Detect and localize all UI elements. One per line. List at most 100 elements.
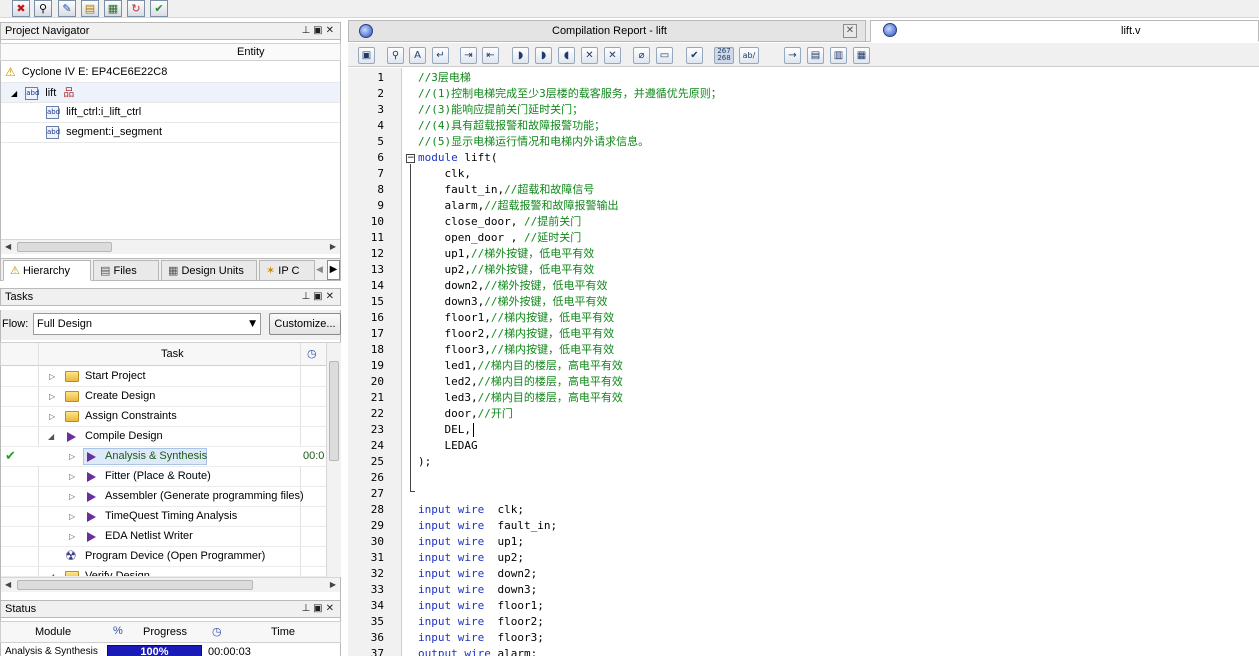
task-row[interactable]: ▷ Assembler (Generate programming files) xyxy=(1,487,326,507)
task-row[interactable]: ▷ Fitter (Place & Route) xyxy=(1,467,326,487)
find-replace-icon[interactable]: A xyxy=(409,47,426,64)
task-row[interactable]: ▷ EDA Netlist Writer xyxy=(1,527,326,547)
collapse-arrow-icon[interactable]: ◢ xyxy=(48,427,54,446)
code-line[interactable]: floor1,//梯内按键，低电平有效 xyxy=(418,310,614,326)
code-line[interactable]: input wire up1; xyxy=(418,534,524,550)
binoculars-icon[interactable]: ⚲ xyxy=(34,0,52,17)
code-line[interactable]: input wire down2; xyxy=(418,566,537,582)
code-line[interactable]: output wire alarm; xyxy=(418,646,537,656)
comment-icon[interactable]: ▤ xyxy=(807,47,824,64)
chip-planner-icon[interactable]: ▦ xyxy=(104,0,122,17)
flow-select[interactable]: Full Design ▼ xyxy=(33,313,261,335)
task-row[interactable]: ▷ Start Project xyxy=(1,367,326,387)
close-icon[interactable]: ✕ xyxy=(843,24,857,38)
task-row[interactable]: ▷ TimeQuest Timing Analysis xyxy=(1,507,326,527)
code-line[interactable]: led2,//梯内目的楼层，高电平有效 xyxy=(418,374,622,390)
scroll-thumb[interactable] xyxy=(17,242,112,252)
code-line[interactable]: input wire floor1; xyxy=(418,598,544,614)
pencil-icon[interactable]: ✎ xyxy=(58,0,76,17)
tasks-vscrollbar[interactable] xyxy=(326,343,341,577)
code-line[interactable]: input wire up2; xyxy=(418,550,524,566)
indent-icon[interactable]: ⇥ xyxy=(460,47,477,64)
arrow-right-icon[interactable]: → xyxy=(784,47,801,64)
scroll-left-icon[interactable]: ◀ xyxy=(5,578,11,592)
task-row[interactable]: ▷ Create Design xyxy=(1,387,326,407)
format-icon[interactable]: ▦ xyxy=(853,47,870,64)
scroll-right-icon[interactable]: ▶ xyxy=(330,578,336,592)
customize-button[interactable]: Customize... xyxy=(269,313,341,335)
bookmark-icon[interactable]: ◗ xyxy=(512,47,529,64)
expand-arrow-icon[interactable]: ▷ xyxy=(69,507,75,526)
expand-arrow-icon[interactable]: ▷ xyxy=(49,387,55,406)
fold-collapse-icon[interactable]: − xyxy=(406,154,415,163)
next-bookmark-icon[interactable]: ◗ xyxy=(535,47,552,64)
clear-bookmark-icon[interactable]: ✕ xyxy=(581,47,598,64)
code-line[interactable]: fault_in,//超载和故障信号 xyxy=(418,182,594,198)
stop-icon[interactable]: ✖ xyxy=(12,0,30,17)
navigator-hscrollbar[interactable]: ◀ ▶ xyxy=(1,239,340,254)
entity-child-row[interactable]: abd segment:i_segment xyxy=(1,123,340,143)
code-line[interactable]: input wire down3; xyxy=(418,582,537,598)
code-line[interactable]: floor3,//梯内按键，低电平有效 xyxy=(418,342,614,358)
tab-scroll-right-icon[interactable]: ▶ xyxy=(327,260,340,280)
panel-controls-icon[interactable]: ⊥▣✕ xyxy=(301,23,337,39)
code-line[interactable]: clk, xyxy=(418,166,471,182)
check-icon[interactable]: ✔ xyxy=(150,0,168,17)
entity-column-header[interactable]: Entity xyxy=(0,43,341,61)
code-line[interactable]: //(4)具有超载报警和故障报警功能； xyxy=(418,118,605,134)
panel-controls-icon[interactable]: ⊥▣✕ xyxy=(301,289,337,305)
task-row[interactable]: ▷ Assign Constraints xyxy=(1,407,326,427)
code-line[interactable]: door,//开门 xyxy=(418,406,512,422)
entity-child-row[interactable]: abd lift_ctrl:i_lift_ctrl xyxy=(1,103,340,123)
prev-bookmark-icon[interactable]: ◖ xyxy=(558,47,575,64)
code-line[interactable]: module lift( xyxy=(418,150,498,166)
tab-hierarchy[interactable]: ⚠ Hierarchy xyxy=(3,260,91,281)
insert-template-icon[interactable]: ▭ xyxy=(656,47,673,64)
code-line[interactable]: close_door, //提前关门 xyxy=(418,214,581,230)
clear-all-bookmarks-icon[interactable]: ✕ xyxy=(604,47,621,64)
expand-arrow-icon[interactable]: ▷ xyxy=(49,407,55,426)
code-line[interactable]: down2,//梯外按键，低电平有效 xyxy=(418,278,607,294)
tab-files[interactable]: ▤ Files xyxy=(93,260,159,281)
expand-arrow-icon[interactable]: ▷ xyxy=(69,447,75,466)
expand-arrow-icon[interactable]: ▷ xyxy=(69,527,75,546)
tab-lift-v[interactable]: lift.v xyxy=(870,20,1259,42)
top-entity-row[interactable]: ◢ abd lift 品 xyxy=(1,83,340,103)
code-line[interactable]: //(3)能响应提前关门延时关门； xyxy=(418,102,583,118)
expand-arrow-icon[interactable]: ▷ xyxy=(49,367,55,386)
code-line[interactable]: alarm,//超载报警和故障报警输出 xyxy=(418,198,618,214)
code-line[interactable]: LEDAG xyxy=(418,438,477,454)
spelling-icon[interactable]: ab/ xyxy=(739,47,759,64)
collapse-arrow-icon[interactable]: ◢ xyxy=(11,89,17,98)
device-row[interactable]: ⚠ Cyclone IV E: EP4CE6E22C8 xyxy=(1,63,340,83)
tab-design-units[interactable]: ▦ Design Units xyxy=(161,260,257,281)
tasks-hscrollbar[interactable]: ◀ ▶ xyxy=(1,577,340,592)
compile-icon[interactable]: ↻ xyxy=(127,0,145,17)
code-line[interactable]: up1,//梯外按键，低电平有效 xyxy=(418,246,594,262)
tab-ip-catalog[interactable]: ✶ IP C xyxy=(259,260,315,281)
code-line[interactable]: DEL, xyxy=(418,422,471,438)
uncomment-icon[interactable]: ▥ xyxy=(830,47,847,64)
code-line[interactable]: //3层电梯 xyxy=(418,70,471,86)
task-row[interactable]: ☢ Program Device (Open Programmer) xyxy=(1,547,326,567)
task-row[interactable]: ✔ ▷ Analysis & Synthesis 00:0 xyxy=(1,447,326,467)
assignments-icon[interactable]: ▤ xyxy=(81,0,99,17)
code-line[interactable]: led1,//梯内目的楼层，高电平有效 xyxy=(418,358,622,374)
scroll-thumb[interactable] xyxy=(17,580,253,590)
scroll-left-icon[interactable]: ◀ xyxy=(5,240,11,254)
tab-compilation-report[interactable]: Compilation Report - lift ✕ xyxy=(348,20,866,42)
save-icon[interactable]: ▣ xyxy=(358,47,375,64)
code-line[interactable]: ); xyxy=(418,454,431,470)
code-line[interactable]: floor2,//梯内按键，低电平有效 xyxy=(418,326,614,342)
goto-line-icon[interactable]: ↵ xyxy=(432,47,449,64)
line-numbers-icon[interactable]: 267 268 xyxy=(714,47,734,64)
task-row[interactable]: ◢ Verify Design xyxy=(1,567,326,577)
code-line[interactable]: input wire floor3; xyxy=(418,630,544,646)
find-icon[interactable]: ⚲ xyxy=(387,47,404,64)
code-line[interactable]: //(5)显示电梯运行情况和电梯内外请求信息。 xyxy=(418,134,649,150)
task-row[interactable]: ◢ Compile Design xyxy=(1,427,326,447)
code-line[interactable]: up2,//梯外按键，低电平有效 xyxy=(418,262,594,278)
tab-scroll-left-icon[interactable]: ◀ xyxy=(316,262,326,278)
scroll-thumb[interactable] xyxy=(329,361,339,461)
panel-controls-icon[interactable]: ⊥▣✕ xyxy=(301,601,337,617)
